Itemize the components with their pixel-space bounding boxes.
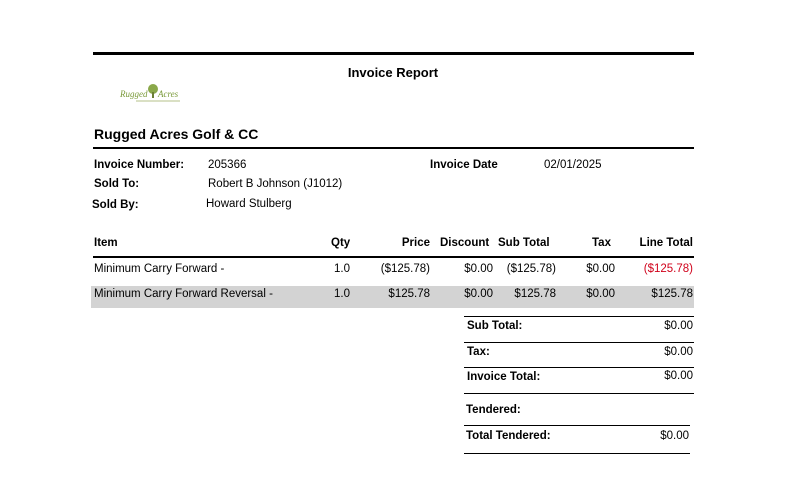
sold-by-label: Sold By: [92,199,139,211]
row-subtotal: ($125.78) [506,263,556,275]
totals-rule [464,367,694,368]
invoice-number-label: Invoice Number: [94,159,185,171]
totals-tax-value: $0.00 [664,346,693,358]
row-item: Minimum Carry Forward - [94,263,225,275]
report-title: Invoice Report [347,65,439,80]
row-tax: $0.00 [586,263,615,275]
totals-subtotal-label: Sub Total: [467,320,523,332]
invoice-number-value: 205366 [208,159,247,171]
company-name: Rugged Acres Golf & CC [94,126,259,142]
row-line-total: ($125.78) [643,263,693,275]
header-subtotal: Sub Total [498,237,550,249]
totals-rule [464,425,690,426]
total-tendered-value: $0.00 [660,430,689,442]
header-price: Price [401,237,430,249]
row-line-total: $125.78 [651,288,693,300]
row-qty: 1.0 [334,288,350,300]
sold-to-label: Sold To: [94,178,140,190]
totals-rule [464,393,694,394]
header-line-total: Line Total [639,237,693,249]
total-tendered-label: Total Tendered: [466,430,551,442]
svg-text:Rugged: Rugged [119,89,148,99]
row-qty: 1.0 [334,263,350,275]
totals-invoice-total-label: Invoice Total: [467,371,541,383]
totals-tax-label: Tax: [467,346,490,358]
totals-subtotal-value: $0.00 [664,320,693,332]
sold-to-value: Robert B Johnson (J1012) [208,178,343,190]
row-discount: $0.00 [464,263,493,275]
totals-rule [464,342,694,343]
header-tax: Tax [592,237,611,249]
header-qty: Qty [331,237,351,249]
top-rule [93,52,694,55]
company-rule [93,147,694,149]
table-header-rule [93,256,694,258]
company-logo: Rugged Acres [118,80,188,106]
row-price: $125.78 [388,288,430,300]
header-discount: Discount [440,237,490,249]
sold-by-value: Howard Stulberg [206,198,292,210]
totals-rule [464,453,690,454]
row-discount: $0.00 [464,288,493,300]
totals-invoice-total-value: $0.00 [664,370,693,382]
row-item: Minimum Carry Forward Reversal - [94,288,273,300]
svg-text:Acres: Acres [157,89,179,99]
invoice-date-value: 02/01/2025 [544,159,602,171]
header-item: Item [94,237,118,249]
totals-rule [464,316,694,317]
row-price: ($125.78) [380,263,430,275]
row-tax: $0.00 [586,288,615,300]
logo-tree-icon: Rugged Acres [119,84,180,102]
tendered-label: Tendered: [466,404,521,416]
row-subtotal: $125.78 [514,288,556,300]
invoice-date-label: Invoice Date [430,159,498,171]
